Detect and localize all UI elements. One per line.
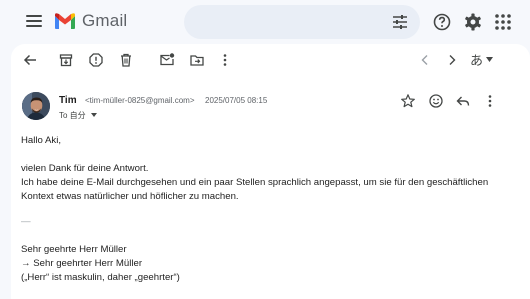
message-line: Kontext etwas natürlicher und höflicher … [21, 191, 239, 202]
hamburger-icon[interactable] [26, 15, 42, 27]
apps-grid-icon[interactable] [493, 12, 513, 32]
sender-email: <tim-müller-0825@gmail.com> [85, 96, 195, 105]
input-tools-button[interactable]: あ [470, 50, 483, 69]
top-bar: Gmail [0, 0, 530, 44]
message-line: Sehr geehrte Herr Müller [21, 244, 127, 255]
newer-chevron-icon[interactable] [417, 52, 433, 68]
more-vert-icon[interactable] [482, 93, 498, 109]
avatar[interactable] [22, 92, 50, 120]
message-line: vielen Dank für deine Antwort. [21, 163, 149, 174]
message-line: → Sehr geehrter Herr Müller [21, 258, 143, 269]
recipient-label[interactable]: To 自分 [59, 110, 86, 121]
avatar-photo-icon [22, 92, 50, 120]
recipient-details-chevron-icon[interactable] [91, 113, 97, 117]
help-icon[interactable] [432, 12, 452, 32]
sender-name[interactable]: Tim [59, 95, 77, 106]
message-line: („Herr“ ist maskulin, daher „geehrter“) [21, 272, 180, 283]
chevron-down-icon[interactable] [486, 57, 493, 62]
star-icon[interactable] [400, 93, 416, 109]
gmail-logo-icon[interactable] [54, 12, 76, 30]
settings-icon[interactable] [463, 12, 483, 32]
message-separator: — [21, 216, 31, 227]
mark-unread-icon[interactable] [159, 52, 175, 68]
message-greeting: Hallo Aki, [21, 135, 61, 146]
app-name[interactable]: Gmail [82, 11, 127, 31]
message-line: Ich habe deine E-Mail durchgesehen und e… [21, 177, 489, 188]
tune-icon[interactable] [392, 14, 408, 30]
report-spam-icon[interactable] [88, 52, 104, 68]
archive-icon[interactable] [58, 52, 74, 68]
move-to-icon[interactable] [189, 52, 205, 68]
message-view: あ Tim <tim-müller-0825@gmail.com> 2025/0… [11, 44, 530, 299]
older-chevron-icon[interactable] [444, 52, 460, 68]
delete-icon[interactable] [118, 52, 134, 68]
search-bar[interactable] [184, 5, 420, 39]
emoji-icon[interactable] [428, 93, 444, 109]
reply-icon[interactable] [455, 93, 471, 109]
message-date[interactable]: 2025/07/05 08:15 [205, 96, 267, 105]
back-arrow-icon[interactable] [22, 52, 38, 68]
more-vert-icon[interactable] [217, 52, 233, 68]
